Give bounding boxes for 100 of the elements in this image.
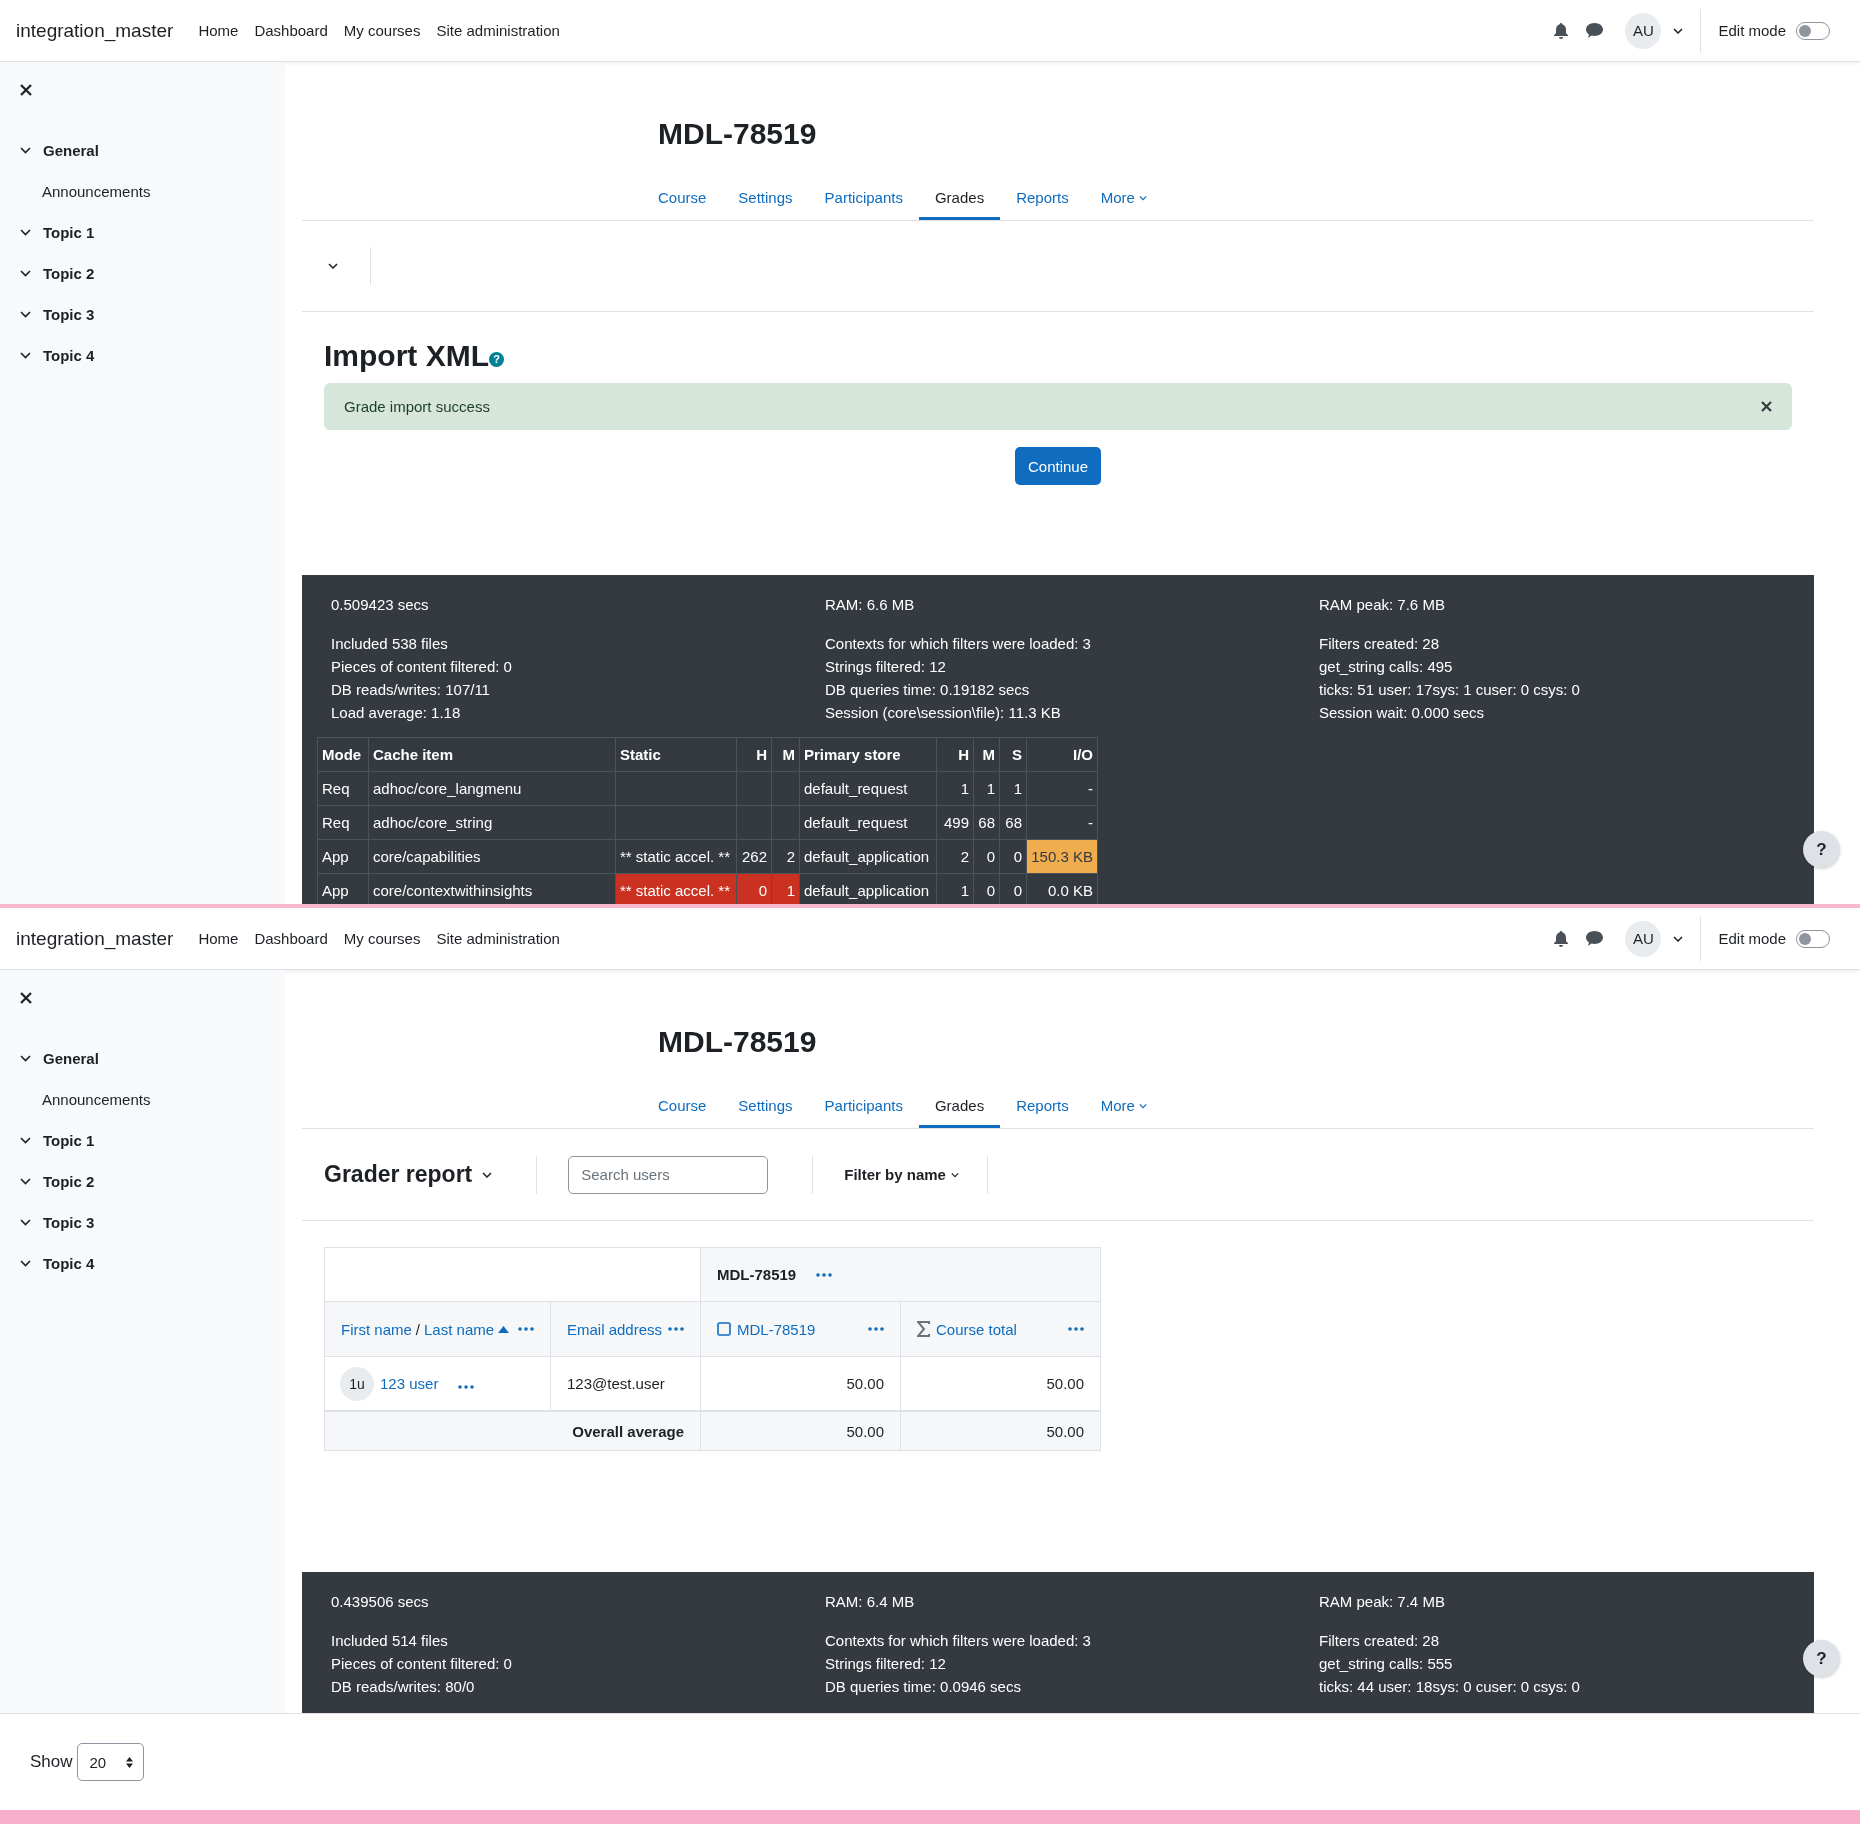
close-icon[interactable] <box>20 84 32 96</box>
course-tab[interactable]: Settings <box>722 1087 809 1128</box>
performance-stat: RAM: 6.6 MB <box>825 595 916 615</box>
column-header: H <box>936 737 974 772</box>
column-header: Static <box>615 737 737 772</box>
course-tab[interactable]: Grades <box>918 179 1001 220</box>
site-name[interactable]: integration_master <box>16 19 174 42</box>
search-field[interactable]: Search users <box>568 1155 769 1194</box>
edit-mode-toggle[interactable] <box>1796 21 1830 40</box>
section-link[interactable]: Topic 3 <box>43 306 95 323</box>
performance-stat: ticks: 44 user: 18sys: 0 cuser: 0 csys: 0 <box>1319 1677 1581 1697</box>
table-cell <box>771 771 800 806</box>
section-link[interactable]: Topic 1 <box>43 224 95 241</box>
nav-link[interactable]: Site administration <box>428 22 568 39</box>
nav-link[interactable]: My courses <box>335 930 429 947</box>
course-tab[interactable]: Reports <box>1000 1087 1085 1128</box>
performance-stat: Load average: 1.18 <box>331 703 462 723</box>
table-cell: default_request <box>799 771 937 806</box>
performance-stat: Session (core\session\file): 11.3 KB <box>825 703 1062 723</box>
table-cell: 68 <box>999 805 1027 840</box>
per-page-select[interactable]: 20 <box>76 1743 144 1781</box>
chat-icon[interactable] <box>1586 23 1604 38</box>
nav-link[interactable]: Site administration <box>428 930 568 947</box>
more-icon[interactable] <box>868 1327 884 1331</box>
section-link[interactable]: General <box>43 1050 99 1067</box>
grade-item-link[interactable]: Course total <box>936 1320 1017 1338</box>
caret-icon <box>950 1171 959 1178</box>
more-icon[interactable] <box>1068 1327 1084 1331</box>
course-tab[interactable]: Reports <box>1000 179 1085 220</box>
edit-mode-toggle[interactable] <box>1796 929 1830 948</box>
course-title: MDL-78519 <box>657 1024 818 1060</box>
chevron-icon[interactable] <box>20 1260 31 1267</box>
continue-button[interactable]: Continue <box>1014 447 1101 485</box>
help-icon[interactable]: ? <box>489 351 504 367</box>
section-link[interactable]: Topic 2 <box>43 1173 95 1190</box>
performance-stat: DB queries time: 0.19182 secs <box>825 680 1031 700</box>
nav-link[interactable]: Home <box>190 22 247 39</box>
user-avatar[interactable]: AU <box>1625 920 1662 957</box>
user-avatar[interactable]: AU <box>1625 12 1662 49</box>
user-link[interactable]: 123 user <box>380 1375 439 1392</box>
section-link[interactable]: Topic 3 <box>43 1214 95 1231</box>
course-tab[interactable]: Participants <box>808 179 919 220</box>
activity-link[interactable]: Announcements <box>20 1079 285 1120</box>
bell-icon[interactable] <box>1554 930 1569 947</box>
sort-link[interactable]: Last name <box>424 1320 495 1338</box>
course-title: MDL-78519 <box>657 116 818 152</box>
chevron-icon[interactable] <box>20 147 31 154</box>
nav-link[interactable]: My courses <box>335 22 429 39</box>
more-icon[interactable] <box>668 1327 684 1331</box>
course-tab[interactable]: Grades <box>918 1087 1001 1128</box>
chevron-icon[interactable] <box>20 1178 31 1185</box>
table-cell: 150.3 KB <box>1026 839 1098 874</box>
course-tab[interactable]: Participants <box>808 1087 919 1128</box>
activity-link[interactable]: Announcements <box>20 171 285 212</box>
section-link[interactable]: Topic 2 <box>43 265 95 282</box>
user-avatar: 1u <box>340 1366 374 1401</box>
table-cell <box>736 771 772 806</box>
bell-icon[interactable] <box>1554 22 1569 39</box>
chevron-icon[interactable] <box>20 1055 31 1062</box>
course-tab[interactable]: More <box>1084 1087 1163 1128</box>
chevron-icon[interactable] <box>20 270 31 277</box>
chat-icon[interactable] <box>1586 931 1604 946</box>
report-selector[interactable]: Grader report <box>324 1161 493 1188</box>
category-name: MDL-78519 <box>717 1266 797 1283</box>
sort-link[interactable]: First name <box>341 1320 412 1338</box>
course-tab[interactable]: Course <box>642 179 723 220</box>
close-icon[interactable] <box>1761 401 1772 412</box>
table-cell: default_request <box>799 805 937 840</box>
nav-link[interactable]: Home <box>190 930 247 947</box>
table-cell: adhoc/core_string <box>368 805 616 840</box>
site-name[interactable]: integration_master <box>16 927 174 950</box>
course-tab[interactable]: More <box>1084 179 1163 220</box>
chevron-icon[interactable] <box>20 311 31 318</box>
course-tab[interactable]: Course <box>642 1087 723 1128</box>
section-link[interactable]: Topic 1 <box>43 1132 95 1149</box>
more-icon[interactable] <box>816 1272 833 1277</box>
more-icon[interactable] <box>518 1327 534 1331</box>
grade-item-link[interactable]: MDL-78519 <box>737 1320 816 1338</box>
section-link[interactable]: Topic 4 <box>43 1255 95 1272</box>
chevron-icon[interactable] <box>20 1219 31 1226</box>
course-tab[interactable]: Settings <box>722 179 809 220</box>
section-link[interactable]: General <box>43 142 99 159</box>
sort-link[interactable]: Email address <box>567 1320 663 1338</box>
page-heading: Import XML <box>324 338 489 374</box>
column-header: S <box>999 737 1027 772</box>
table-cell <box>771 805 800 840</box>
more-icon[interactable] <box>458 1385 474 1389</box>
chevron-icon[interactable] <box>20 1137 31 1144</box>
help-button[interactable]: ? <box>1803 1640 1840 1677</box>
nav-link[interactable]: Dashboard <box>246 22 336 39</box>
chevron-icon[interactable] <box>20 352 31 359</box>
close-icon[interactable] <box>20 992 32 1004</box>
nav-link[interactable]: Dashboard <box>246 930 336 947</box>
alert-message: Grade import success <box>344 398 490 415</box>
table-cell: Overall average <box>324 1411 701 1451</box>
section-link[interactable]: Topic 4 <box>43 347 95 364</box>
filter-dropdown[interactable]: Filter by name <box>844 1166 959 1183</box>
performance-stat: ticks: 51 user: 17sys: 1 cuser: 0 csys: 0 <box>1319 680 1581 700</box>
performance-stat: Contexts for which filters were loaded: 3 <box>825 634 1092 654</box>
chevron-icon[interactable] <box>20 229 31 236</box>
